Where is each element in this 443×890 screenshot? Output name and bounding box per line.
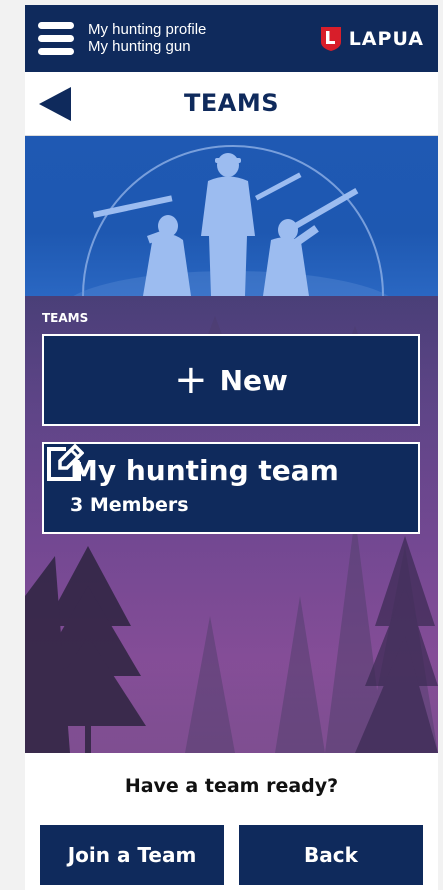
top-bar: My hunting profile My hunting gun LAPUA [25, 5, 438, 72]
join-team-button[interactable]: Join a Team [40, 825, 224, 885]
lapua-shield-icon [320, 27, 341, 51]
hero-banner [25, 136, 438, 296]
brand-name: LAPUA [348, 28, 424, 50]
back-button[interactable]: Back [239, 825, 423, 885]
section-label-teams: TEAMS [42, 311, 89, 325]
footer-actions: Have a team ready? Join a Team Back [25, 753, 438, 890]
page-title: TEAMS [183, 89, 279, 117]
menu-link-hunting-profile[interactable]: My hunting profile [88, 21, 206, 38]
app-screen: My hunting profile My hunting gun LAPUA … [25, 5, 438, 890]
team-members-count: 3 Members [70, 494, 189, 516]
team-card[interactable]: My hunting team 3 Members [42, 442, 420, 534]
teams-content-area: TEAMS + New My hunting team 3 Members [25, 296, 438, 753]
plus-icon: + [174, 357, 208, 403]
new-team-label: New [219, 363, 288, 397]
team-name: My hunting team [70, 454, 339, 487]
edit-icon[interactable] [44, 444, 84, 484]
brand-logo: LAPUA [320, 26, 424, 52]
menu-link-hunting-gun[interactable]: My hunting gun [88, 38, 206, 55]
hunters-silhouette-illustration [73, 145, 389, 296]
title-bar: TEAMS [25, 72, 438, 136]
new-team-button[interactable]: + New [42, 334, 420, 426]
menu-links: My hunting profile My hunting gun [88, 21, 206, 55]
team-ready-prompt: Have a team ready? [124, 775, 339, 797]
hamburger-menu-icon[interactable] [38, 22, 74, 56]
